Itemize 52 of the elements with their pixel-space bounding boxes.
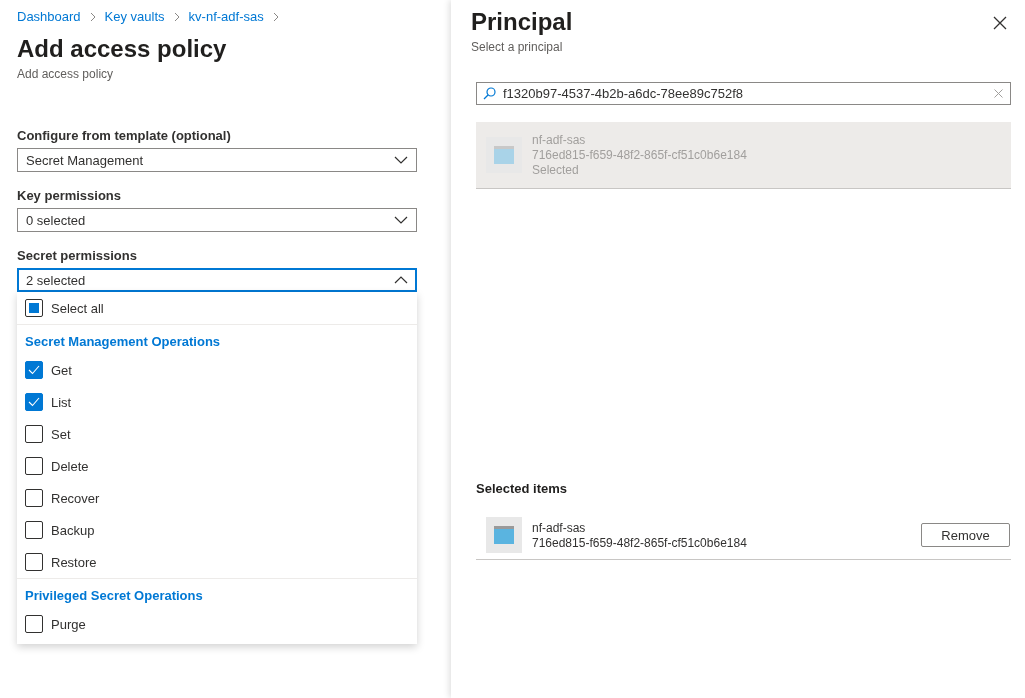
checkbox[interactable]	[25, 299, 43, 317]
checkbox[interactable]	[25, 361, 43, 379]
principal-name: nf-adf-sas	[532, 520, 587, 535]
option-label: Recover	[51, 490, 100, 506]
breadcrumb-link[interactable]: Dashboard	[17, 9, 81, 24]
option-label: Restore	[51, 554, 97, 570]
clear-icon[interactable]	[994, 89, 1003, 98]
checkbox[interactable]	[25, 457, 43, 475]
field-label: Secret permissions	[17, 248, 138, 263]
close-icon[interactable]	[993, 16, 1007, 30]
breadcrumb-link[interactable]: Key vaults	[104, 9, 165, 24]
chevron-right-icon	[272, 11, 279, 22]
option-label: Select all	[51, 300, 104, 316]
page-subtitle: Add access policy	[17, 67, 115, 81]
dropdown[interactable]: Secret Management	[17, 148, 417, 172]
principal-id: 716ed815-f659-48f2-865f-cf51c0b6e184	[532, 148, 747, 162]
app-icon	[486, 137, 522, 173]
panel-title: Principal	[471, 8, 573, 36]
group-heading: Privileged Secret Operations	[24, 587, 204, 605]
panel-subtitle: Select a principal	[471, 40, 564, 54]
chevron-icon	[394, 276, 408, 284]
search-field[interactable]: f1320b97-4537-4b2b-a6dc-78ee89c752f8	[476, 82, 1011, 105]
checkbox[interactable]	[25, 489, 43, 507]
option-label: Set	[51, 426, 71, 442]
principal-name: nf-adf-sas	[532, 133, 587, 147]
option-label: List	[51, 394, 72, 410]
chevron-right-icon	[173, 11, 180, 22]
option-label: Get	[51, 362, 72, 378]
section-heading: Selected items	[476, 481, 569, 496]
checkbox[interactable]	[25, 425, 43, 443]
checkbox[interactable]	[25, 393, 43, 411]
principal-id: 716ed815-f659-48f2-865f-cf51c0b6e184	[532, 535, 748, 550]
field-label: Key permissions	[17, 188, 123, 203]
option-label: Backup	[51, 522, 95, 538]
breadcrumb-link[interactable]: kv-nf-adf-sas	[188, 9, 264, 24]
principal-status: Selected	[532, 163, 580, 177]
option-label: Delete	[51, 458, 89, 474]
option-label: Purge	[51, 616, 86, 632]
chevron-icon	[394, 156, 408, 164]
checkbox[interactable]	[25, 615, 43, 633]
app-icon	[486, 517, 522, 553]
dropdown[interactable]: 0 selected	[17, 208, 417, 232]
chevron-right-icon	[89, 11, 96, 22]
remove-button[interactable]: Remove	[921, 523, 1010, 547]
checkbox[interactable]	[25, 553, 43, 571]
group-heading: Secret Management Operations	[24, 333, 222, 351]
chevron-icon	[394, 216, 408, 224]
dropdown[interactable]: 2 selected	[17, 268, 417, 292]
field-label: Configure from template (optional)	[17, 128, 232, 143]
page-title: Add access policy	[17, 35, 228, 63]
checkbox[interactable]	[25, 521, 43, 539]
search-icon	[483, 87, 496, 100]
